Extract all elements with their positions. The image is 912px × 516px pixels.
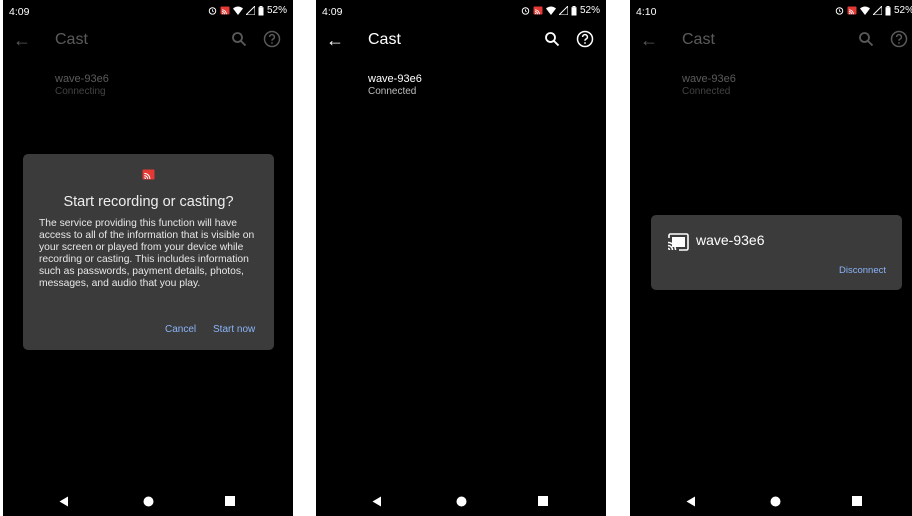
status-bar: 4:10 52%: [630, 0, 912, 24]
nav-recents-icon[interactable]: [852, 496, 862, 506]
page-title: Cast: [368, 31, 401, 48]
nav-home-icon[interactable]: [143, 496, 154, 507]
start-now-button[interactable]: Start now: [213, 324, 255, 335]
signal-icon: [558, 6, 568, 15]
navigation-bar: [630, 486, 912, 516]
status-icons: 52%: [835, 5, 912, 16]
device-name: wave-93e6: [368, 73, 422, 85]
phone-screen-disconnect-card: 4:10 52% ← Cast wave-93e6 Connected wave…: [630, 0, 912, 516]
search-icon[interactable]: [544, 31, 560, 47]
page-title: Cast: [682, 31, 715, 48]
arrow-left-icon[interactable]: ←: [326, 30, 344, 50]
search-icon[interactable]: [231, 31, 247, 47]
battery-icon: [571, 5, 577, 15]
alarm-icon: [835, 7, 844, 15]
cast-device-item[interactable]: wave-93e6 Connected: [682, 73, 736, 98]
cast-device-card: wave-93e6 Disconnect: [651, 215, 902, 290]
arrow-left-icon[interactable]: ←: [640, 30, 658, 50]
wifi-icon: [859, 6, 870, 15]
nav-back-icon[interactable]: [372, 496, 382, 507]
alarm-icon: [521, 7, 530, 15]
device-state: Connecting: [55, 86, 106, 97]
navigation-bar: [3, 486, 293, 516]
nav-back-icon[interactable]: [59, 496, 69, 507]
navigation-bar: [316, 486, 606, 516]
nav-recents-icon[interactable]: [538, 496, 548, 506]
nav-home-icon[interactable]: [770, 496, 781, 507]
cast-status-icon: [847, 6, 857, 15]
nav-back-icon[interactable]: [686, 496, 696, 507]
battery-level: 52%: [579, 5, 600, 16]
phone-screen-connected: 4:09 52% ← Cast wave-93e6 Connected: [316, 0, 606, 516]
app-bar: ← Cast: [3, 24, 293, 58]
battery-icon: [258, 5, 264, 15]
battery-level: 52%: [266, 5, 287, 16]
dialog-title: Start recording or casting?: [63, 194, 234, 210]
app-bar: ← Cast: [630, 24, 912, 58]
help-icon[interactable]: [890, 30, 908, 48]
cast-icon: [142, 169, 155, 180]
status-bar: 4:09 52%: [316, 0, 606, 24]
battery-level: 52%: [893, 5, 912, 16]
status-icons: 52%: [521, 5, 600, 16]
cast-status-icon: [220, 6, 230, 15]
status-time: 4:10: [636, 6, 657, 18]
phone-screen-casting-prompt: 4:09 52% ← Cast wave-93e6 Connecting Sta…: [3, 0, 293, 516]
card-device-name: wave-93e6: [696, 232, 765, 248]
search-icon[interactable]: [858, 31, 874, 47]
disconnect-button[interactable]: Disconnect: [839, 265, 886, 276]
app-bar: ← Cast: [316, 24, 606, 58]
wifi-icon: [545, 6, 556, 15]
cast-permission-dialog: Start recording or casting? The service …: [23, 154, 274, 350]
nav-home-icon[interactable]: [456, 496, 467, 507]
cast-device-item[interactable]: wave-93e6 Connected: [368, 73, 422, 98]
device-name: wave-93e6: [55, 73, 109, 85]
page-title: Cast: [55, 31, 88, 48]
help-icon[interactable]: [263, 30, 281, 48]
nav-recents-icon[interactable]: [225, 496, 235, 506]
status-icons: 52%: [208, 5, 287, 16]
device-state: Connected: [682, 86, 731, 97]
device-state: Connected: [368, 86, 417, 97]
status-time: 4:09: [322, 6, 343, 18]
cast-device-item[interactable]: wave-93e6 Connecting: [55, 73, 109, 98]
cast-icon: [667, 233, 689, 251]
help-icon[interactable]: [576, 30, 594, 48]
cast-status-icon: [533, 6, 543, 15]
dialog-body: The service providing this function will…: [39, 218, 255, 289]
signal-icon: [245, 6, 255, 15]
device-name: wave-93e6: [682, 73, 736, 85]
signal-icon: [872, 6, 882, 15]
arrow-left-icon[interactable]: ←: [13, 30, 31, 50]
status-bar: 4:09 52%: [3, 0, 293, 24]
alarm-icon: [208, 7, 217, 15]
battery-icon: [885, 5, 891, 15]
cancel-button[interactable]: Cancel: [165, 324, 196, 335]
wifi-icon: [232, 6, 243, 15]
status-time: 4:09: [9, 6, 30, 18]
